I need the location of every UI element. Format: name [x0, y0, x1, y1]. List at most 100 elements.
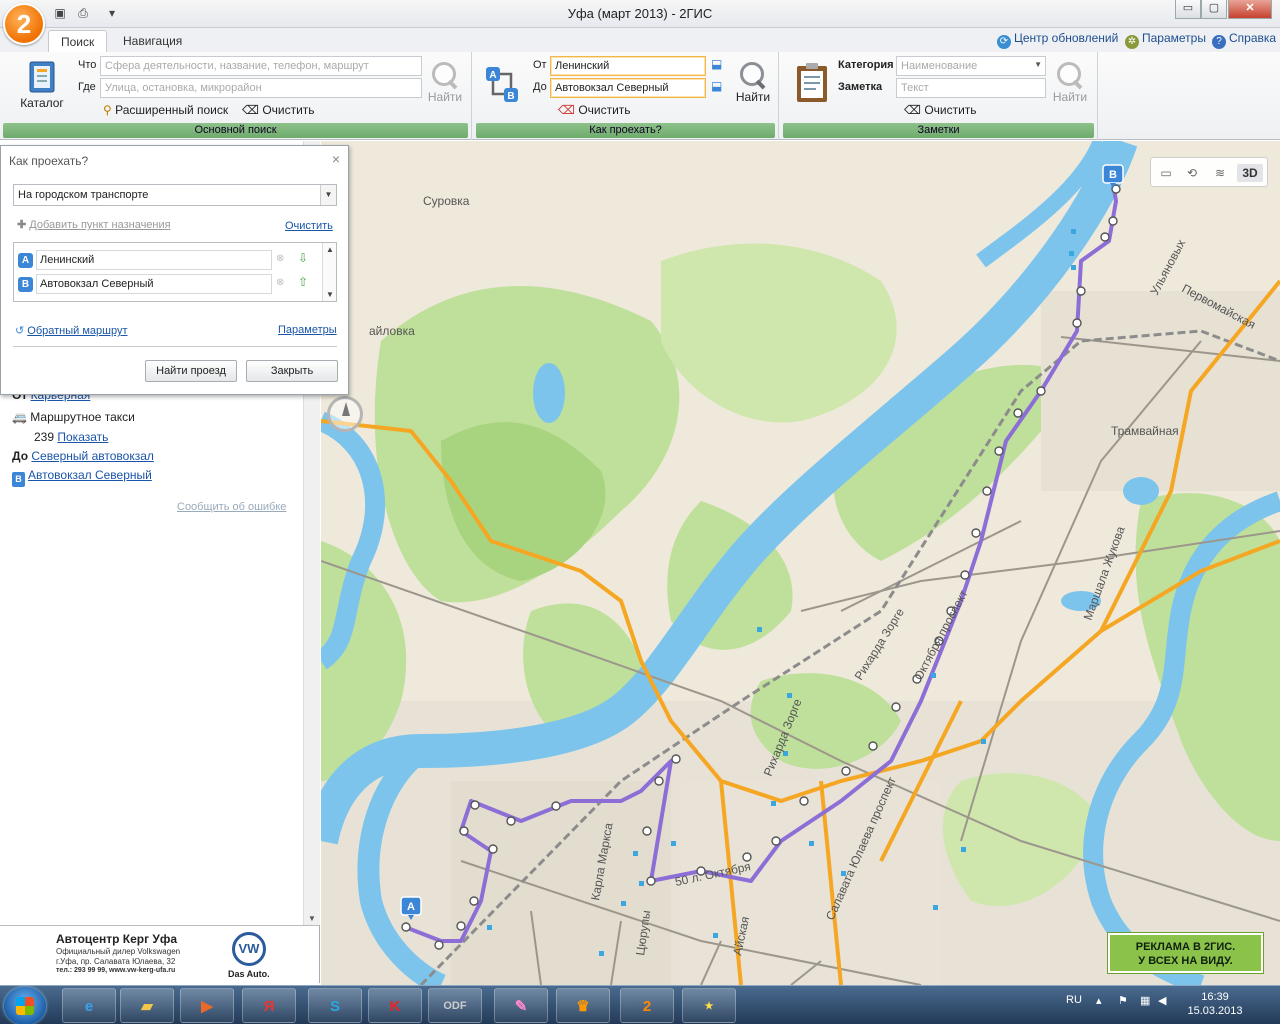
app-logo[interactable]: 2: [3, 3, 45, 45]
ruler-icon[interactable]: ▭: [1155, 164, 1177, 182]
dialog-clear-link[interactable]: Очистить: [285, 220, 333, 232]
close-dialog-button[interactable]: Закрыть: [246, 360, 338, 382]
help-link[interactable]: ? Справка: [1212, 31, 1276, 49]
update-center-link[interactable]: ⟳ Центр обновлений: [997, 31, 1118, 49]
title-bar: ▣ ⎙ ▾ Уфа (март 2013) - 2ГИС ▭ ▢ ✕: [0, 0, 1280, 28]
lasso-icon[interactable]: ⟲: [1181, 164, 1203, 182]
ie-icon[interactable]: e: [62, 988, 116, 1023]
route-from-input[interactable]: Ленинский: [550, 56, 706, 76]
remove-point-a-icon[interactable]: ⊗: [276, 253, 284, 264]
gear-icon: ✲: [1125, 35, 1139, 49]
ad-line2: г.Уфа, пр. Салавата Юлаева, 32: [56, 957, 176, 966]
to-stop-link[interactable]: Северный автовокзал: [31, 449, 154, 463]
start-button[interactable]: [4, 987, 46, 1024]
layers-icon[interactable]: ≋: [1209, 164, 1231, 182]
skype-icon[interactable]: S: [308, 988, 362, 1023]
search-group: Каталог Что Сфера деятельности, название…: [0, 52, 472, 140]
chevron-down-icon: ▼: [1034, 60, 1042, 69]
show-route-link[interactable]: Показать: [57, 430, 108, 444]
point-a-input[interactable]: Ленинский: [36, 250, 272, 270]
from-pin-icon[interactable]: ⬓: [711, 57, 722, 71]
scroll-up-icon[interactable]: ▲: [326, 245, 334, 254]
what-input[interactable]: Сфера деятельности, название, телефон, м…: [100, 56, 422, 76]
find-route-button[interactable]: Найти проезд: [145, 360, 237, 382]
notes-find-button[interactable]: Найти: [1050, 60, 1090, 104]
route-find-button[interactable]: Найти: [733, 60, 773, 104]
note-label: Заметка: [838, 81, 883, 93]
where-label: Где: [78, 81, 96, 93]
ribbon: Каталог Что Сфера деятельности, название…: [0, 52, 1280, 140]
network-icon[interactable]: ▦: [1140, 994, 1150, 1007]
move-down-icon[interactable]: ⇩: [298, 251, 308, 265]
label-surovka: Суровка: [423, 194, 470, 208]
tray-expand-icon[interactable]: ▴: [1096, 994, 1102, 1007]
scroll-down-icon[interactable]: ▼: [308, 914, 316, 923]
dialog-title: Как проехать?: [9, 154, 89, 168]
maximize-button[interactable]: ▢: [1201, 0, 1227, 19]
language-indicator[interactable]: RU: [1066, 994, 1082, 1006]
paint-icon[interactable]: ✎: [494, 988, 548, 1023]
notes-clear-link[interactable]: ⌫ Очистить: [904, 103, 977, 117]
move-up-icon[interactable]: ⇧: [298, 275, 308, 289]
volume-icon[interactable]: ◀: [1158, 994, 1166, 1007]
eraser-icon: ⌫: [558, 103, 575, 117]
route-to-input[interactable]: Автовокзал Северный: [550, 78, 706, 98]
yandex-icon[interactable]: Я: [242, 988, 296, 1023]
route-ab-icon[interactable]: A B: [483, 64, 523, 108]
search-clear-link[interactable]: ⌫ Очистить: [242, 103, 315, 117]
add-point-link[interactable]: ✚ Добавить пункт назначения: [17, 218, 171, 231]
compass-icon[interactable]: [327, 396, 363, 432]
folder-icon[interactable]: ▰: [120, 988, 174, 1023]
category-label: Категория: [838, 59, 894, 71]
to-pin-icon[interactable]: ⬓: [711, 79, 722, 93]
advanced-search-link[interactable]: ⚲ Расширенный поиск: [103, 103, 228, 117]
transport-mode-select[interactable]: На городском транспорте ▼: [13, 184, 337, 206]
label-mikhailovka: айловка: [369, 324, 415, 338]
remove-point-b-icon[interactable]: ⊗: [276, 277, 284, 288]
flag-icon[interactable]: ⚑: [1118, 994, 1128, 1007]
minimize-button[interactable]: ▭: [1175, 0, 1201, 19]
eraser-icon: ⌫: [904, 103, 921, 117]
notes-group-caption: Заметки: [783, 123, 1094, 138]
media-player-icon[interactable]: ▶: [180, 988, 234, 1023]
help-icon: ?: [1212, 35, 1226, 49]
reverse-route-link[interactable]: ↺ Обратный маршрут: [15, 324, 128, 337]
scroll-down-icon[interactable]: ▼: [326, 290, 334, 299]
points-scrollbar[interactable]: ▲ ▼: [322, 243, 336, 301]
dialog-close-icon[interactable]: ×: [332, 151, 340, 167]
point-b-input[interactable]: Автовокзал Северный: [36, 274, 272, 294]
ad-title: Автоцентр Керг Уфа: [56, 932, 178, 946]
destination-line: B Автовокзал Северный: [12, 468, 152, 487]
tab-navigation[interactable]: Навигация: [111, 30, 194, 52]
where-input[interactable]: Улица, остановка, микрорайон: [100, 78, 422, 98]
ad-box[interactable]: Автоцентр Керг Уфа Официальный дилер Vol…: [0, 925, 320, 983]
star-game-icon[interactable]: ★: [682, 988, 736, 1023]
note-input[interactable]: Текст: [896, 78, 1046, 98]
marker-b-label: B: [1109, 169, 1117, 181]
settings-link[interactable]: ✲ Параметры: [1125, 31, 1206, 49]
tab-search[interactable]: Поиск: [48, 30, 108, 52]
game-icon[interactable]: ♛: [556, 988, 610, 1023]
destination-link[interactable]: Автовокзал Северный: [28, 468, 152, 482]
category-select[interactable]: Наименование ▼: [896, 56, 1046, 76]
report-error-link[interactable]: Сообщить об ошибке: [177, 501, 286, 513]
odf-icon[interactable]: ODF: [428, 988, 482, 1023]
map-ad-banner[interactable]: РЕКЛАМА В 2ГИС. У ВСЕХ НА ВИДУ.: [1108, 933, 1263, 973]
windows-logo-icon: [16, 997, 34, 1015]
map-view[interactable]: B A Суровка айловка Трамвайная Ульяновых…: [321, 141, 1280, 985]
route-clear-link[interactable]: ⌫ Очистить: [558, 103, 631, 117]
svg-text:B: B: [507, 91, 514, 102]
route-params-link[interactable]: Параметры: [278, 324, 337, 336]
ad-brand: Das Auto.: [228, 969, 270, 979]
3d-button[interactable]: 3D: [1237, 164, 1263, 182]
catalog-button[interactable]: Каталог: [14, 60, 70, 110]
2gis-taskbar-icon[interactable]: 2: [620, 988, 674, 1023]
map-canvas[interactable]: B A Суровка айловка Трамвайная Ульяновых…: [321, 141, 1280, 985]
eraser-icon: ⌫: [242, 103, 259, 117]
search-find-button[interactable]: Найти: [425, 60, 465, 104]
close-button[interactable]: ✕: [1228, 0, 1272, 19]
kaspersky-icon[interactable]: K: [368, 988, 422, 1023]
report-error-line: Сообщить об ошибке: [177, 501, 286, 513]
notes-clipboard-icon: [797, 63, 827, 102]
clock[interactable]: 16:39 15.03.2013: [1170, 990, 1260, 1018]
